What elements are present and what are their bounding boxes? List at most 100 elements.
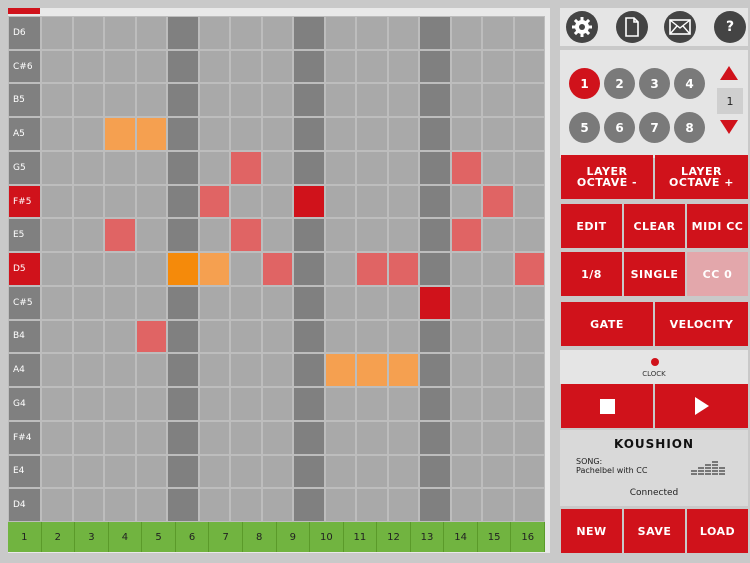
grid-cell[interactable] bbox=[482, 420, 514, 455]
grid-cell[interactable] bbox=[387, 454, 419, 489]
grid-cell[interactable] bbox=[450, 83, 482, 118]
grid-cell[interactable] bbox=[482, 49, 514, 84]
edit-button[interactable]: EDIT bbox=[561, 204, 622, 248]
grid-cell[interactable] bbox=[167, 387, 199, 421]
grid-cell[interactable] bbox=[41, 49, 73, 84]
grid-cell[interactable] bbox=[230, 184, 262, 219]
gear-icon[interactable] bbox=[566, 11, 598, 43]
mail-icon[interactable] bbox=[664, 11, 696, 43]
grid-cell[interactable] bbox=[293, 420, 325, 455]
note-cell-active[interactable] bbox=[198, 184, 230, 219]
grid-cell[interactable] bbox=[356, 150, 388, 185]
grid-cell[interactable] bbox=[261, 285, 293, 320]
grid-cell[interactable] bbox=[419, 319, 451, 354]
grid-cell[interactable] bbox=[198, 218, 230, 253]
grid-cell[interactable] bbox=[72, 49, 104, 84]
pattern-button-4[interactable]: 4 bbox=[674, 68, 705, 99]
grid-cell[interactable] bbox=[293, 285, 325, 320]
note-cell-active[interactable] bbox=[356, 252, 388, 286]
grid-cell[interactable] bbox=[324, 454, 356, 489]
grid-cell[interactable] bbox=[261, 454, 293, 489]
grid-cell[interactable] bbox=[72, 353, 104, 388]
grid-cell[interactable] bbox=[41, 83, 73, 118]
grid-cell[interactable] bbox=[104, 285, 136, 320]
grid-cell[interactable] bbox=[135, 420, 167, 455]
document-icon[interactable] bbox=[616, 11, 648, 43]
grid-cell[interactable] bbox=[482, 150, 514, 185]
grid-cell[interactable] bbox=[356, 184, 388, 219]
grid-cell[interactable] bbox=[293, 117, 325, 151]
division-button[interactable]: 1/8 bbox=[561, 252, 622, 296]
help-icon[interactable]: ? bbox=[714, 11, 746, 43]
grid-cell[interactable] bbox=[261, 150, 293, 185]
grid-cell[interactable] bbox=[419, 252, 451, 286]
grid-cell[interactable] bbox=[72, 218, 104, 253]
grid-cell[interactable] bbox=[513, 117, 545, 151]
grid-cell[interactable] bbox=[450, 387, 482, 421]
note-cell-active[interactable] bbox=[167, 252, 199, 286]
grid-cell[interactable] bbox=[293, 454, 325, 489]
note-cell-active[interactable] bbox=[419, 285, 451, 320]
velocity-button[interactable]: VELOCITY bbox=[655, 302, 748, 346]
grid-cell[interactable] bbox=[41, 150, 73, 185]
grid-cell[interactable] bbox=[419, 184, 451, 219]
grid-cell[interactable] bbox=[482, 117, 514, 151]
grid-cell[interactable] bbox=[135, 218, 167, 253]
grid-cell[interactable] bbox=[104, 49, 136, 84]
grid-cell[interactable] bbox=[513, 184, 545, 219]
grid-cell[interactable] bbox=[324, 387, 356, 421]
grid-cell[interactable] bbox=[419, 218, 451, 253]
note-cell-active[interactable] bbox=[104, 218, 136, 253]
grid-cell[interactable] bbox=[387, 319, 419, 354]
grid-cell[interactable] bbox=[198, 285, 230, 320]
grid-cell[interactable] bbox=[135, 184, 167, 219]
grid-cell[interactable] bbox=[324, 83, 356, 118]
grid-cell[interactable] bbox=[135, 285, 167, 320]
grid-cell[interactable] bbox=[41, 285, 73, 320]
note-cell-active[interactable] bbox=[450, 218, 482, 253]
grid-cell[interactable] bbox=[293, 353, 325, 388]
grid-cell[interactable] bbox=[387, 488, 419, 522]
grid-cell[interactable] bbox=[230, 387, 262, 421]
pattern-button-2[interactable]: 2 bbox=[604, 68, 635, 99]
grid-cell[interactable] bbox=[450, 16, 482, 50]
grid-cell[interactable] bbox=[41, 184, 73, 219]
grid-cell[interactable] bbox=[513, 319, 545, 354]
grid-cell[interactable] bbox=[513, 83, 545, 118]
grid-cell[interactable] bbox=[356, 83, 388, 118]
grid-cell[interactable] bbox=[72, 150, 104, 185]
grid-cell[interactable] bbox=[72, 16, 104, 50]
grid-cell[interactable] bbox=[513, 16, 545, 50]
grid-cell[interactable] bbox=[387, 184, 419, 219]
pattern-button-6[interactable]: 6 bbox=[604, 112, 635, 143]
grid-cell[interactable] bbox=[104, 184, 136, 219]
grid-cell[interactable] bbox=[293, 218, 325, 253]
grid-cell[interactable] bbox=[72, 285, 104, 320]
grid-cell[interactable] bbox=[167, 83, 199, 118]
grid-cell[interactable] bbox=[167, 319, 199, 354]
grid-cell[interactable] bbox=[450, 454, 482, 489]
grid-cell[interactable] bbox=[450, 184, 482, 219]
note-cell-active[interactable] bbox=[230, 218, 262, 253]
grid-cell[interactable] bbox=[167, 454, 199, 489]
grid-cell[interactable] bbox=[356, 387, 388, 421]
grid-cell[interactable] bbox=[72, 454, 104, 489]
grid-cell[interactable] bbox=[104, 420, 136, 455]
grid-cell[interactable] bbox=[324, 319, 356, 354]
grid-cell[interactable] bbox=[513, 353, 545, 388]
grid-cell[interactable] bbox=[72, 420, 104, 455]
grid-cell[interactable] bbox=[230, 285, 262, 320]
grid-cell[interactable] bbox=[198, 319, 230, 354]
clear-button[interactable]: CLEAR bbox=[624, 204, 685, 248]
grid-cell[interactable] bbox=[356, 117, 388, 151]
grid-cell[interactable] bbox=[356, 488, 388, 522]
save-button[interactable]: SAVE bbox=[624, 509, 685, 553]
grid-cell[interactable] bbox=[293, 319, 325, 354]
grid-cell[interactable] bbox=[356, 454, 388, 489]
grid-cell[interactable] bbox=[356, 218, 388, 253]
grid-cell[interactable] bbox=[261, 420, 293, 455]
grid-cell[interactable] bbox=[450, 252, 482, 286]
grid-cell[interactable] bbox=[104, 454, 136, 489]
grid-cell[interactable] bbox=[230, 488, 262, 522]
grid-cell[interactable] bbox=[513, 387, 545, 421]
